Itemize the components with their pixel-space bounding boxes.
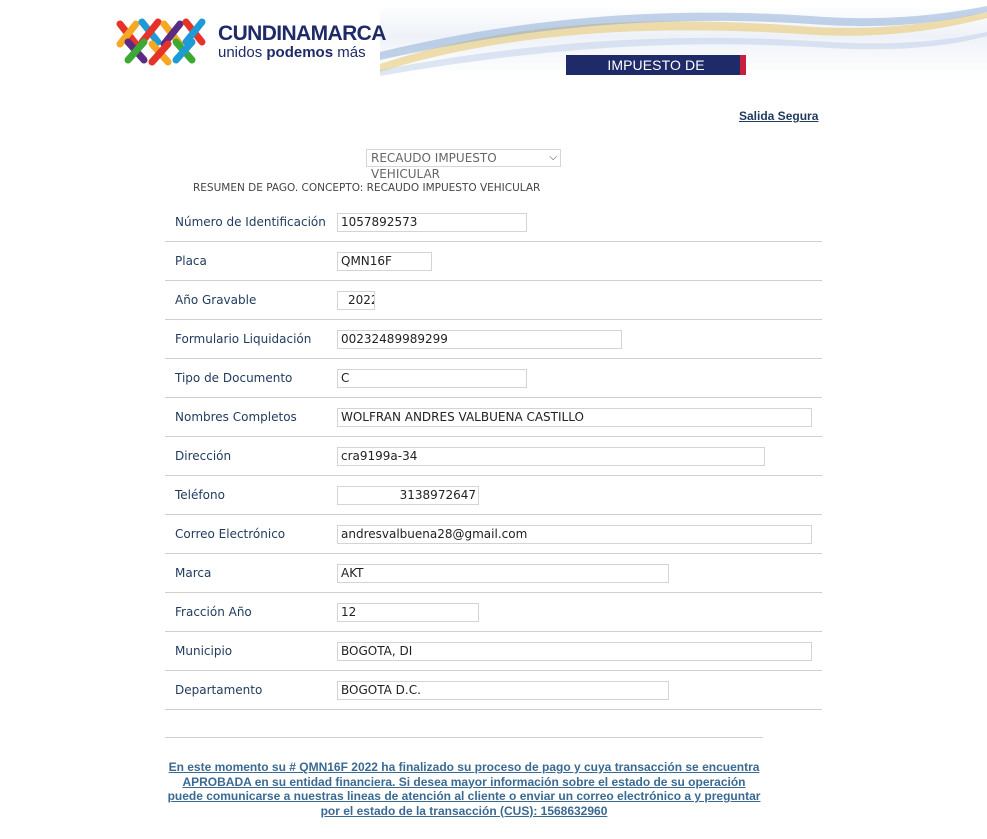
logout-link[interactable]: Salida Segura [739, 109, 818, 123]
form-row-correo: Correo Electrónico andresvalbuena28@gmai… [165, 515, 822, 554]
telefono-field[interactable]: 3138972647 [337, 486, 479, 505]
nombres-field[interactable]: WOLFRAN ANDRES VALBUENA CASTILLO [337, 408, 812, 427]
form-label: Dirección [175, 449, 232, 463]
banner-title: IMPUESTO DE VEHÍCULOS [566, 55, 746, 93]
form-label: Teléfono [175, 488, 225, 502]
form-row-municipio: Municipio BOGOTA, DI [165, 632, 822, 671]
form-label: Fracción Año [175, 605, 252, 619]
logo-tagline-start: unidos [218, 44, 267, 61]
placa-field[interactable]: QMN16F [337, 252, 432, 271]
form-label: Formulario Liquidación [175, 332, 312, 346]
form-row-tipo-documento: Tipo de Documento C [165, 359, 822, 398]
form-row-fraccion: Fracción Año 12 [165, 593, 822, 632]
form-row-departamento: Departamento BOGOTA D.C. [165, 671, 822, 710]
transaction-status-message: En este momento su # QMN16F 2022 ha fina… [167, 760, 761, 818]
logo-tagline: unidos podemos más [218, 44, 366, 61]
form-label: Número de Identificación [175, 215, 326, 229]
departamento-field[interactable]: BOGOTA D.C. [337, 681, 669, 700]
form-label: Municipio [175, 644, 233, 658]
identificacion-field[interactable]: 1057892573 [337, 213, 527, 232]
logo-name: CUNDINAMARCA [218, 22, 386, 45]
form-label: Marca [175, 566, 212, 580]
formulario-field[interactable]: 00232489989299 [337, 330, 622, 349]
form-label: Correo Electrónico [175, 527, 286, 541]
banner-accent [740, 55, 746, 75]
summary-title: RESUMEN DE PAGO. CONCEPTO: RECAUDO IMPUE… [193, 182, 541, 194]
form-row-formulario: Formulario Liquidación 00232489989299 [165, 320, 822, 359]
logo-tagline-bold: podemos [266, 44, 334, 61]
page-header: IMPUESTO DE VEHÍCULOS CUNDINAMARCA unido… [0, 0, 987, 93]
logo-tagline-end: más [333, 44, 366, 61]
payment-summary-form: Número de Identificación 1057892573 Plac… [165, 203, 822, 710]
municipio-field[interactable]: BOGOTA, DI [337, 642, 812, 661]
direccion-field[interactable]: cra9199a-34 [337, 447, 765, 466]
form-label: Placa [175, 254, 207, 268]
concept-select[interactable]: RECAUDO IMPUESTO VEHICULAR ⌵ [366, 149, 561, 181]
ano-gravable-field[interactable]: 2022 [337, 291, 375, 310]
form-label: Tipo de Documento [175, 371, 293, 385]
chevron-down-icon: ⌵ [549, 152, 557, 163]
form-row-placa: Placa QMN16F [165, 242, 822, 281]
concept-select-value: RECAUDO IMPUESTO VEHICULAR [371, 151, 497, 181]
form-row-telefono: Teléfono 3138972647 [165, 476, 822, 515]
form-row-ano-gravable: Año Gravable 2022 [165, 281, 822, 320]
brand-logo[interactable]: CUNDINAMARCA unidos podemos más [114, 14, 386, 68]
form-row-direccion: Dirección cra9199a-34 [165, 437, 822, 476]
logo-mark-icon [116, 18, 206, 66]
marca-field[interactable]: AKT [337, 564, 669, 583]
form-row-marca: Marca AKT [165, 554, 822, 593]
form-label: Departamento [175, 683, 263, 697]
tipo-documento-field[interactable]: C [337, 369, 527, 388]
form-row-identificacion: Número de Identificación 1057892573 [165, 203, 822, 242]
form-label: Año Gravable [175, 293, 257, 307]
fraccion-field[interactable]: 12 [337, 603, 479, 622]
correo-field[interactable]: andresvalbuena28@gmail.com [337, 525, 812, 544]
form-row-nombres: Nombres Completos WOLFRAN ANDRES VALBUEN… [165, 398, 822, 437]
divider [165, 737, 763, 738]
form-label: Nombres Completos [175, 410, 297, 424]
